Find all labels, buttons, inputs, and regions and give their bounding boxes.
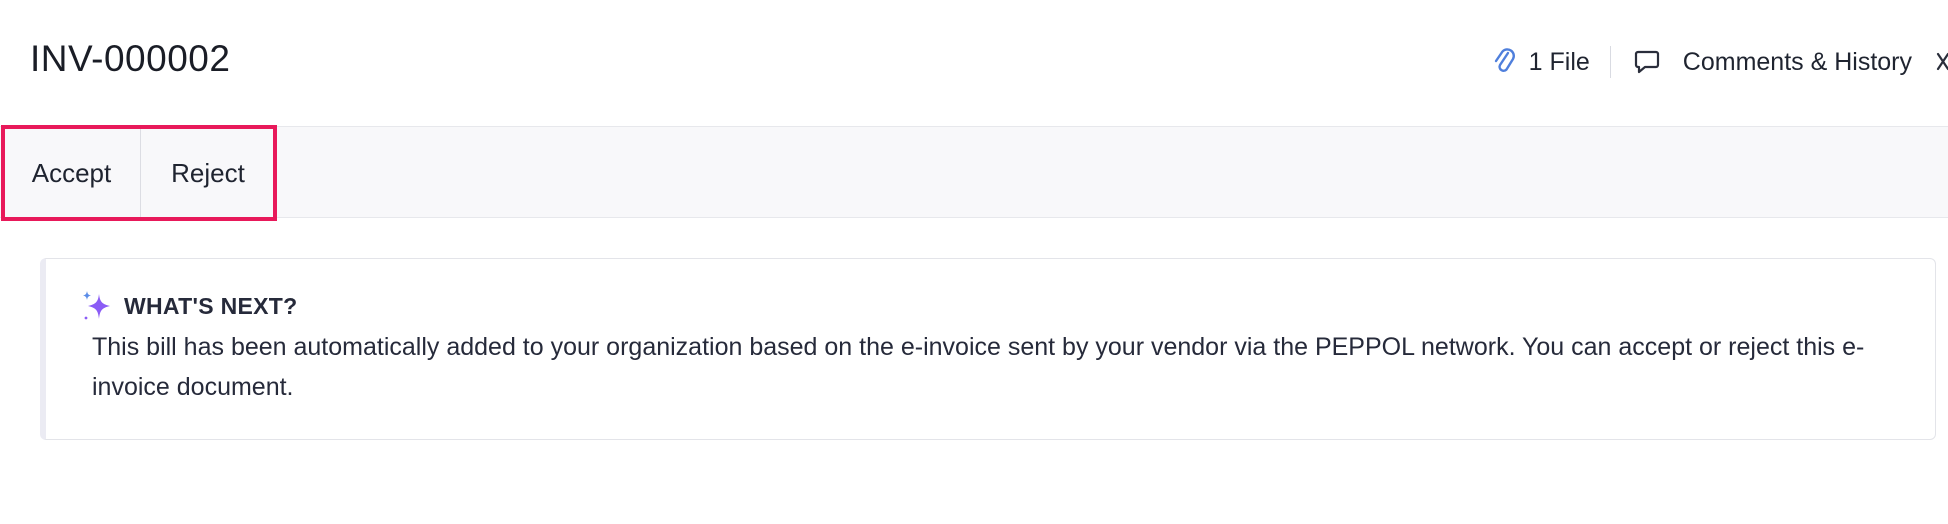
page-header: INV-000002 1 File Comments & History [0, 0, 1948, 126]
comments-history-button[interactable]: Comments & History [1611, 48, 1934, 77]
close-icon[interactable] [1934, 49, 1948, 75]
attachments-button[interactable]: 1 File [1493, 46, 1610, 78]
whats-next-notice: WHAT'S NEXT? This bill has been automati… [40, 258, 1936, 440]
accept-reject-group: Accept Reject [1, 125, 277, 221]
attachments-label: 1 File [1528, 47, 1590, 76]
notice-title: WHAT'S NEXT? [124, 292, 298, 319]
header-actions: 1 File Comments & History [1493, 40, 1948, 84]
page-title: INV-000002 [30, 38, 231, 79]
notice-body: This bill has been automatically added t… [92, 333, 1865, 401]
notice-header: WHAT'S NEXT? [80, 289, 297, 323]
speech-bubble-icon [1633, 48, 1661, 76]
reject-button[interactable]: Reject [141, 127, 275, 219]
accept-button[interactable]: Accept [3, 127, 141, 219]
paperclip-icon [1493, 46, 1517, 78]
comments-history-label: Comments & History [1682, 47, 1912, 76]
action-toolbar: Accept Reject [0, 125, 1948, 221]
sparkle-icon [80, 289, 114, 323]
